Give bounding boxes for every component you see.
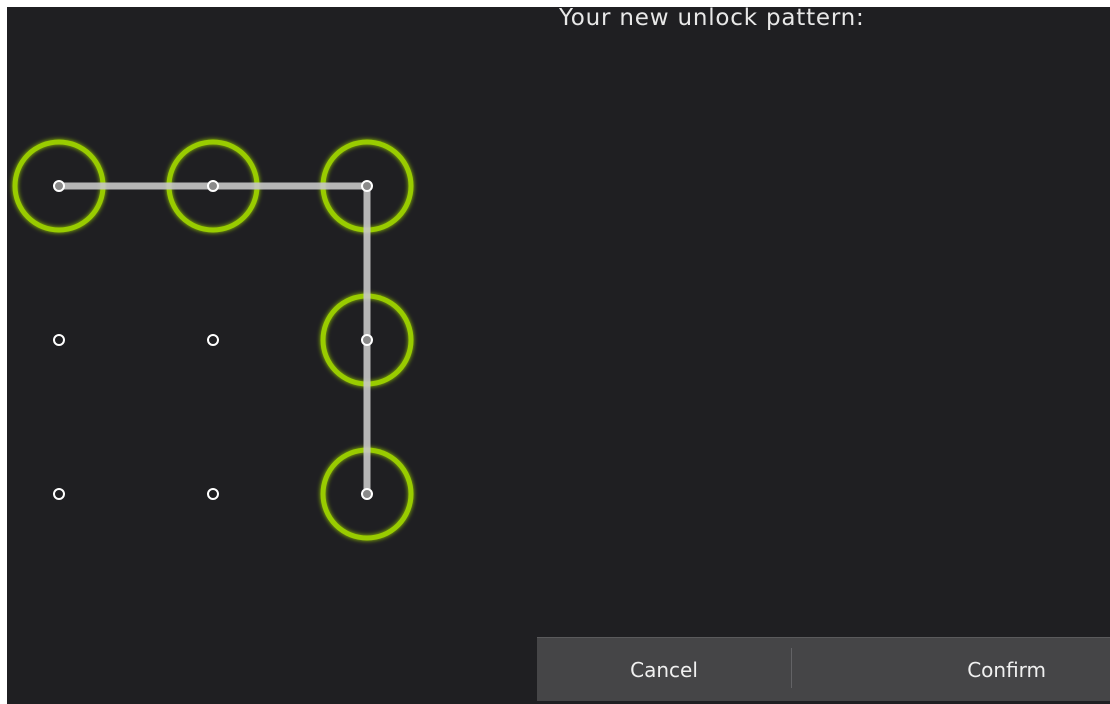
pattern-node-1[interactable] — [207, 180, 219, 192]
pattern-node-0[interactable] — [53, 180, 65, 192]
pattern-node-8[interactable] — [361, 488, 373, 500]
pattern-rings — [12, 139, 414, 541]
pattern-node-2[interactable] — [361, 180, 373, 192]
pattern-node-6[interactable] — [53, 488, 65, 500]
button-bar: Cancel Confirm — [537, 637, 1110, 701]
page-title: Your new unlock pattern: — [559, 7, 865, 31]
pattern-canvas[interactable] — [7, 7, 447, 607]
pattern-node-3[interactable] — [53, 334, 65, 346]
pattern-node-4[interactable] — [207, 334, 219, 346]
confirm-button[interactable]: Confirm — [792, 638, 1110, 701]
pattern-node-7[interactable] — [207, 488, 219, 500]
screen: Your new unlock pattern: Cancel Confirm — [7, 7, 1110, 704]
cancel-button[interactable]: Cancel — [537, 638, 791, 701]
unlock-pattern-grid[interactable] — [7, 7, 447, 607]
pattern-node-5[interactable] — [361, 334, 373, 346]
